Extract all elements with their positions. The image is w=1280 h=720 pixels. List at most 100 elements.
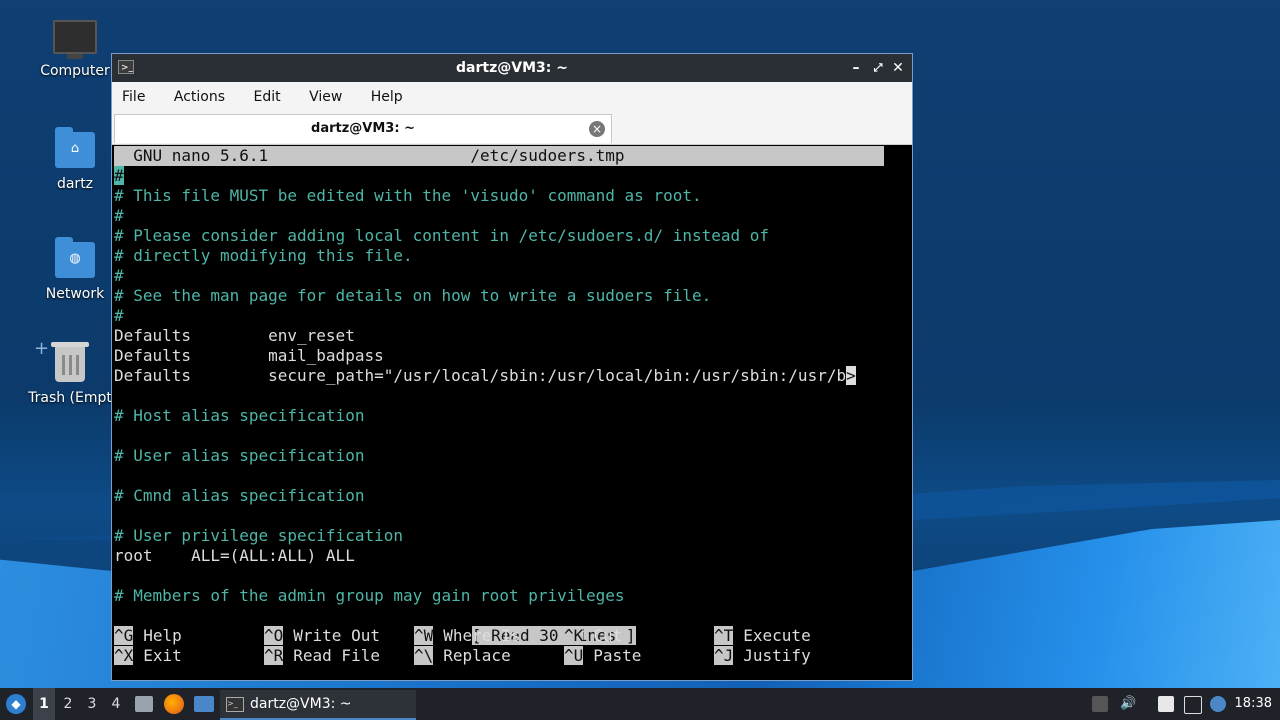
nano-line [114,386,910,406]
shortcut-key: ^O [264,626,284,645]
nano-line: # Please consider adding local content i… [114,226,770,245]
nano-line: Defaults env_reset [114,326,355,345]
desktop-icon-label: Computer [40,63,110,79]
volume-icon[interactable]: 🔊 [1120,696,1136,712]
maximize-button[interactable]: ⤢ [868,54,888,82]
desktop-icon-home[interactable]: ⌂ dartz [30,127,120,192]
shortcut-item[interactable]: ^G Help [114,626,264,646]
nano-line: # [114,206,124,225]
nano-shortcut-bar: ^G Help ^O Write Out ^W Where Is ^K Cut ^T Execut… [114,626,864,666]
home-folder-icon: ⌂ [55,127,95,168]
shortcut-key: ^U [564,646,584,665]
nano-buffer[interactable]: # # This file MUST be edited with the 'vi… [114,166,910,606]
nano-line [114,506,910,526]
shortcut-key: ^J [714,646,734,665]
add-icon: + [34,338,50,359]
menu-edit[interactable]: Edit [253,89,280,105]
desktop-icon-computer[interactable]: Computer [30,20,120,79]
shortcut-label: Replace [443,646,511,665]
shortcut-key: ^W [414,626,434,645]
workspace-4[interactable]: 4 [105,688,127,720]
task-terminal-button[interactable]: >_ dartz@VM3: ~ [220,690,416,720]
terminal-task-icon: >_ [226,696,244,712]
tab-close-icon[interactable]: × [589,121,605,137]
nano-line: # This file MUST be edited with the 'vis… [114,186,702,205]
shortcut-label: Paste [593,646,642,665]
workspace-1[interactable]: 1 [33,688,55,720]
close-button[interactable]: ✕ [888,54,908,82]
shortcut-label: Justify [743,646,811,665]
tray-up-arrow-icon[interactable] [1092,696,1108,712]
nano-line: # [114,266,124,285]
shortcut-label: Help [143,626,182,645]
nano-line: # [114,306,124,325]
desktop-icon-label: dartz [56,176,94,192]
task-label: dartz@VM3: ~ [250,696,352,712]
shortcut-item[interactable]: ^W Where Is [414,626,564,646]
shortcut-item[interactable]: ^X Exit [114,646,264,666]
shortcut-item[interactable]: ^\ Replace [414,646,564,666]
shortcut-item[interactable]: ^U Paste [564,646,714,666]
shortcut-item[interactable]: ^R Read File [264,646,414,666]
menu-bar: File Actions Edit View Help [112,82,912,112]
minimize-button[interactable]: – [846,54,866,82]
shortcut-key: ^\ [414,646,434,665]
desktop-icon-label: Network [45,286,105,302]
shortcut-item[interactable]: ^J Justify [714,646,864,666]
nano-editor[interactable]: GNU nano 5.6.1 /etc/sudoers.tmp # # This … [114,146,910,678]
shortcut-label: Execute [743,626,811,645]
nano-line [114,426,910,446]
shortcut-item[interactable]: ^O Write Out [264,626,414,646]
terminal-tab[interactable]: dartz@VM3: ~ × [114,114,612,143]
computer-icon [53,20,97,54]
shortcut-key: ^K [564,626,584,645]
shortcut-label: Read File [293,646,380,665]
menu-help[interactable]: Help [371,89,403,105]
taskbar: ◆ 1 2 3 4 >_ dartz@VM3: ~ 🔊 18:38 [0,688,1280,720]
clock: 18:38 [1234,696,1272,711]
shortcut-label: Exit [143,646,182,665]
nano-line: Defaults mail_badpass [114,346,384,365]
menu-view[interactable]: View [309,89,342,105]
nano-header: GNU nano 5.6.1 /etc/sudoers.tmp [114,146,884,166]
desktop-launcher-icon[interactable] [194,696,214,712]
menu-file[interactable]: File [122,89,145,105]
shortcut-item[interactable]: ^T Execute [714,626,864,646]
nano-line: # [114,166,910,186]
shortcut-item[interactable]: ^K Cut [564,626,714,646]
shortcut-label: Where Is [443,626,521,645]
shortcut-key: ^X [114,646,134,665]
desktop-icon-network[interactable]: ◍ Network [30,237,120,302]
file-manager-launcher-icon[interactable] [135,696,153,712]
desktop-icon-label: Trash (Empt [28,390,112,406]
nano-line: # directly modifying this file. [114,246,413,265]
network-folder-icon: ◍ [55,237,95,278]
nano-line: # Host alias specification [114,406,365,425]
nano-line [114,466,910,486]
terminal-window: >_ dartz@VM3: ~ – ⤢ ✕ File Actions Edit … [111,53,913,681]
workspace-2[interactable]: 2 [57,688,79,720]
workspace-3[interactable]: 3 [81,688,103,720]
shortcut-row: ^G Help ^O Write Out ^W Where Is ^K Cut ^T Execut… [114,626,864,646]
trash-icon [51,342,89,382]
nano-line: # See the man page for details on how to… [114,286,712,305]
notification-icon[interactable] [1210,696,1226,712]
nano-line: Defaults secure_path="/usr/local/sbin:/u… [114,366,910,386]
nano-line: # Cmnd alias specification [114,486,365,505]
clipboard-icon[interactable] [1158,696,1174,712]
tab-title: dartz@VM3: ~ [311,121,415,136]
nano-line: # Members of the admin group may gain ro… [114,586,625,605]
line-text: Defaults secure_path="/usr/local/sbin:/u… [114,366,847,385]
window-title: dartz@VM3: ~ [456,60,568,76]
desktop-icon-trash[interactable]: + Trash (Empt [26,338,114,406]
menu-actions[interactable]: Actions [174,89,225,105]
app-menu-icon[interactable]: ◆ [6,694,26,714]
nano-status-row: [ Read 30 lines ] [114,606,910,645]
nano-line: # User privilege specification [114,526,403,545]
firefox-launcher-icon[interactable] [164,694,184,714]
window-titlebar[interactable]: >_ dartz@VM3: ~ – ⤢ ✕ [112,54,912,82]
nano-line [114,566,910,586]
shortcut-key: ^T [714,626,734,645]
network-monitor-icon[interactable] [1184,696,1202,714]
nano-line: # User alias specification [114,446,365,465]
